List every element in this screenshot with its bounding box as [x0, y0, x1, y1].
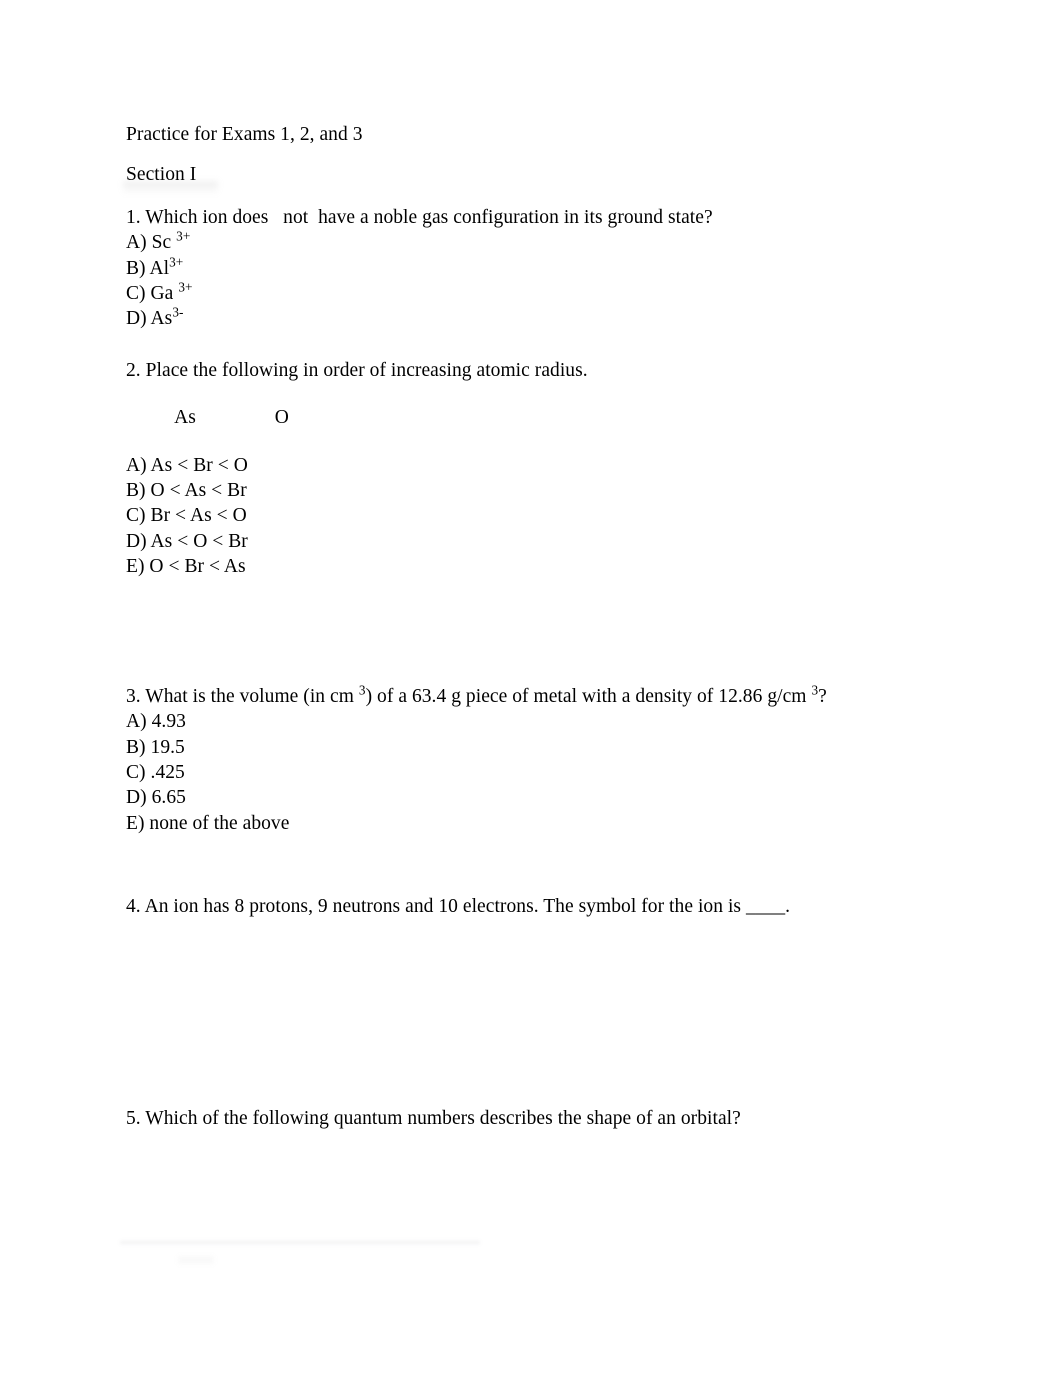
option-b-superscript: 3+: [169, 254, 184, 270]
question-5-stem: 5. Which of the following quantum number…: [126, 1107, 741, 1129]
option-d-superscript: 3-: [172, 304, 184, 320]
question-3-superscript-1: 3: [358, 682, 366, 698]
question-5: 5. Which of the following quantum number…: [126, 1106, 956, 1131]
option-d-base: As: [150, 308, 173, 330]
question-1-option-a: A) Sc 3+: [126, 230, 956, 255]
spacer-before-question-5: [126, 1080, 956, 1106]
question-2-stem: 2. Place the following in order of incre…: [126, 359, 588, 381]
question-3-option-e: E) none of the above: [126, 812, 290, 834]
section-heading: Section I: [126, 162, 196, 187]
question-2-option-e: E) O < Br < As: [126, 556, 246, 578]
question-2-element-row: As O: [126, 407, 289, 429]
question-2-option-a: A) As < Br < O: [126, 454, 248, 476]
spacer-after-question-2: [126, 580, 956, 638]
document-page: Practice for Exams 1, 2, and 3 Section I…: [0, 0, 1062, 1377]
spacer-before-question-3: [126, 638, 956, 684]
page-artifact-smudge: [178, 1256, 214, 1264]
question-3-option-b: B) 19.5: [126, 736, 185, 758]
option-a-superscript: 3+: [176, 228, 191, 244]
document-body: Practice for Exams 1, 2, and 3 Section I…: [126, 122, 956, 1131]
option-c-superscript: 3+: [178, 279, 193, 295]
question-2: 2. Place the following in order of incre…: [126, 358, 956, 580]
option-b-base: Al: [149, 257, 170, 279]
question-1-stem: 1. Which ion does not have a noble gas c…: [126, 206, 713, 228]
spacer-after-question-1: [126, 332, 956, 358]
spacer-after-element-row: [126, 431, 956, 453]
question-1-option-d: D) As3-: [126, 306, 956, 331]
document-title: Practice for Exams 1, 2, and 3: [126, 124, 363, 145]
option-d-text: D): [126, 308, 147, 330]
option-c-base: Ga: [150, 283, 174, 305]
question-1-option-c: C) Ga 3+: [126, 279, 956, 306]
question-1-option-b: B) Al3+: [126, 254, 956, 281]
page-artifact-line: [120, 1240, 480, 1245]
question-3: 3. What is the volume (in cm 3) of a 63.…: [126, 682, 956, 836]
question-3-stem-part-3: ?: [818, 685, 827, 707]
question-3-stem-part-1: 3. What is the volume (in cm: [126, 685, 359, 707]
question-3-option-a: A) 4.93: [126, 711, 186, 733]
question-1: 1. Which ion does not have a noble gas c…: [126, 205, 956, 332]
question-3-option-d: D) 6.65: [126, 787, 186, 809]
question-4: 4. An ion has 8 protons, 9 neutrons and …: [126, 894, 956, 919]
spacer-before-element-row: [126, 383, 956, 405]
option-c-text: C): [126, 283, 146, 305]
question-2-option-d: D) As < O < Br: [126, 530, 248, 552]
question-3-option-c: C) .425: [126, 761, 185, 783]
question-4-stem: 4. An ion has 8 protons, 9 neutrons and …: [126, 896, 791, 918]
question-3-stem-part-2: ) of a 63.4 g piece of metal with a dens…: [365, 685, 812, 707]
question-2-option-c: C) Br < As < O: [126, 505, 247, 527]
spacer-after-question-4: [126, 920, 956, 1080]
question-3-stem: 3. What is the volume (in cm 3) of a 63.…: [126, 682, 956, 709]
option-b-text: B): [126, 257, 146, 279]
option-a-base: Sc: [151, 232, 172, 254]
question-2-option-b: B) O < As < Br: [126, 480, 247, 502]
option-a-text: A): [126, 232, 147, 254]
spacer-after-question-3: [126, 836, 956, 894]
